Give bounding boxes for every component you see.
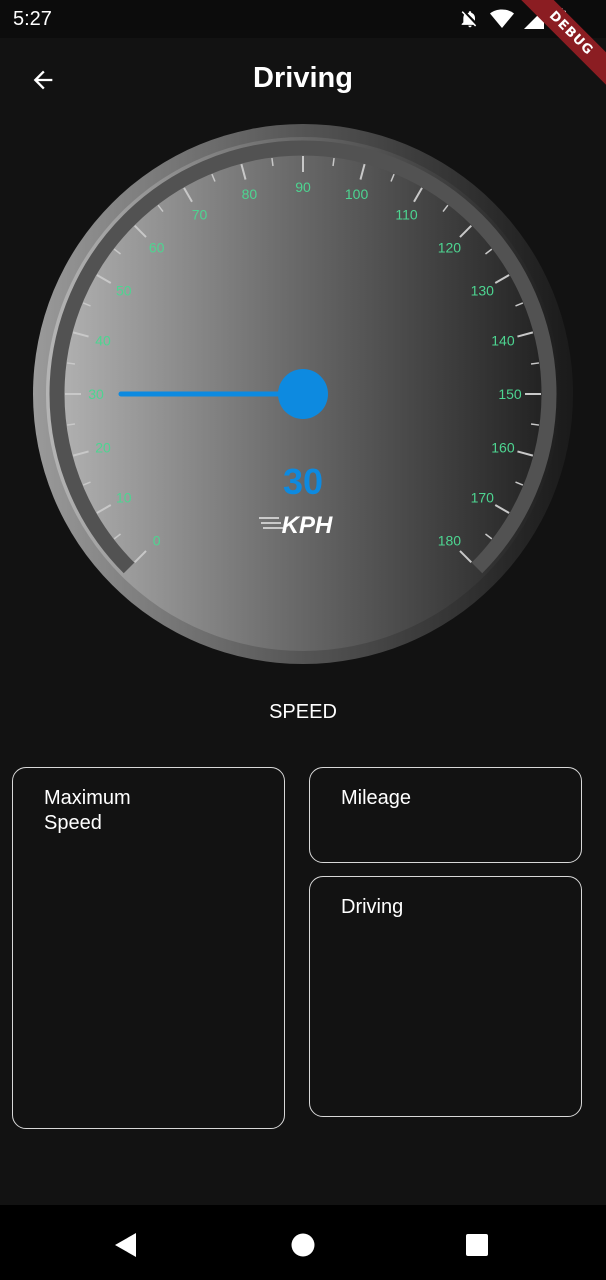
page-title: Driving [253,62,353,94]
nav-home-button[interactable] [283,1227,323,1267]
gauge-minor-tick [530,423,540,426]
gauge-tick-label: 20 [95,440,111,456]
recents-square-icon [465,1233,489,1262]
max-speed-card-title: Maximum Speed [44,787,131,834]
status-time: 5:27 [13,8,52,30]
gauge-tick-label: 130 [471,283,495,299]
signal-icon [524,9,544,29]
home-circle-icon [291,1233,315,1262]
mileage-card-title: Mileage [341,787,412,809]
gauge-minor-tick [66,423,76,426]
gauge-minor-tick [66,362,76,365]
app-bar: Driving [0,38,606,124]
gauge-tick-label: 40 [95,332,111,348]
gauge-tick-label: 80 [242,186,258,202]
speedometer-gauge: 0 10 20 30 40 50 60 70 80 90 100 110 120 130 140 150 160… [31,122,575,666]
gauge-tick-label: 30 [88,386,104,402]
gauge-tick-label: 120 [438,240,462,256]
gauge-tick-label: 180 [438,532,462,548]
gauge-minor-tick [332,157,335,167]
mileage-card[interactable]: Mileage [309,767,582,863]
gauge-tick-label: 160 [491,440,515,456]
driving-card[interactable]: Driving [309,876,582,1117]
gauge-svg: 0 10 20 30 40 50 60 70 80 90 100 110 120 130 140 150 160… [33,124,573,664]
speed-caption: SPEED [269,701,337,723]
battery-icon [554,8,566,30]
gauge-tick-label: 60 [149,240,165,256]
gauge-tick-label: 10 [116,490,132,506]
gauge-tick-label: 90 [295,179,311,195]
gauge-minor-tick [271,157,274,167]
gauge-value: 30 [283,461,323,502]
navigation-bar [0,1205,606,1280]
gauge-tick-label: 0 [153,532,161,548]
max-speed-card[interactable]: Maximum Speed [12,767,285,1129]
notifications-off-icon [460,9,480,29]
gauge-tick-label: 170 [471,490,495,506]
gauge-needle-hub [278,369,328,419]
gauge-unit: KPH [282,512,333,539]
status-icons [460,8,566,30]
gauge-tick-label: 140 [491,332,515,348]
nav-back-button[interactable] [106,1227,146,1267]
driving-card-title: Driving [341,896,404,918]
nav-recents-button[interactable] [457,1227,497,1267]
gauge-tick-label: 150 [498,386,522,402]
gauge-tick-label: 110 [395,207,418,223]
back-triangle-icon [114,1232,138,1263]
wifi-icon [490,9,514,29]
gauge-minor-tick [530,362,540,365]
status-bar: 5:27 [0,0,606,38]
gauge-tick-label: 100 [345,186,369,202]
gauge-tick-label: 70 [192,207,208,223]
gauge-tick-label: 50 [116,283,132,299]
